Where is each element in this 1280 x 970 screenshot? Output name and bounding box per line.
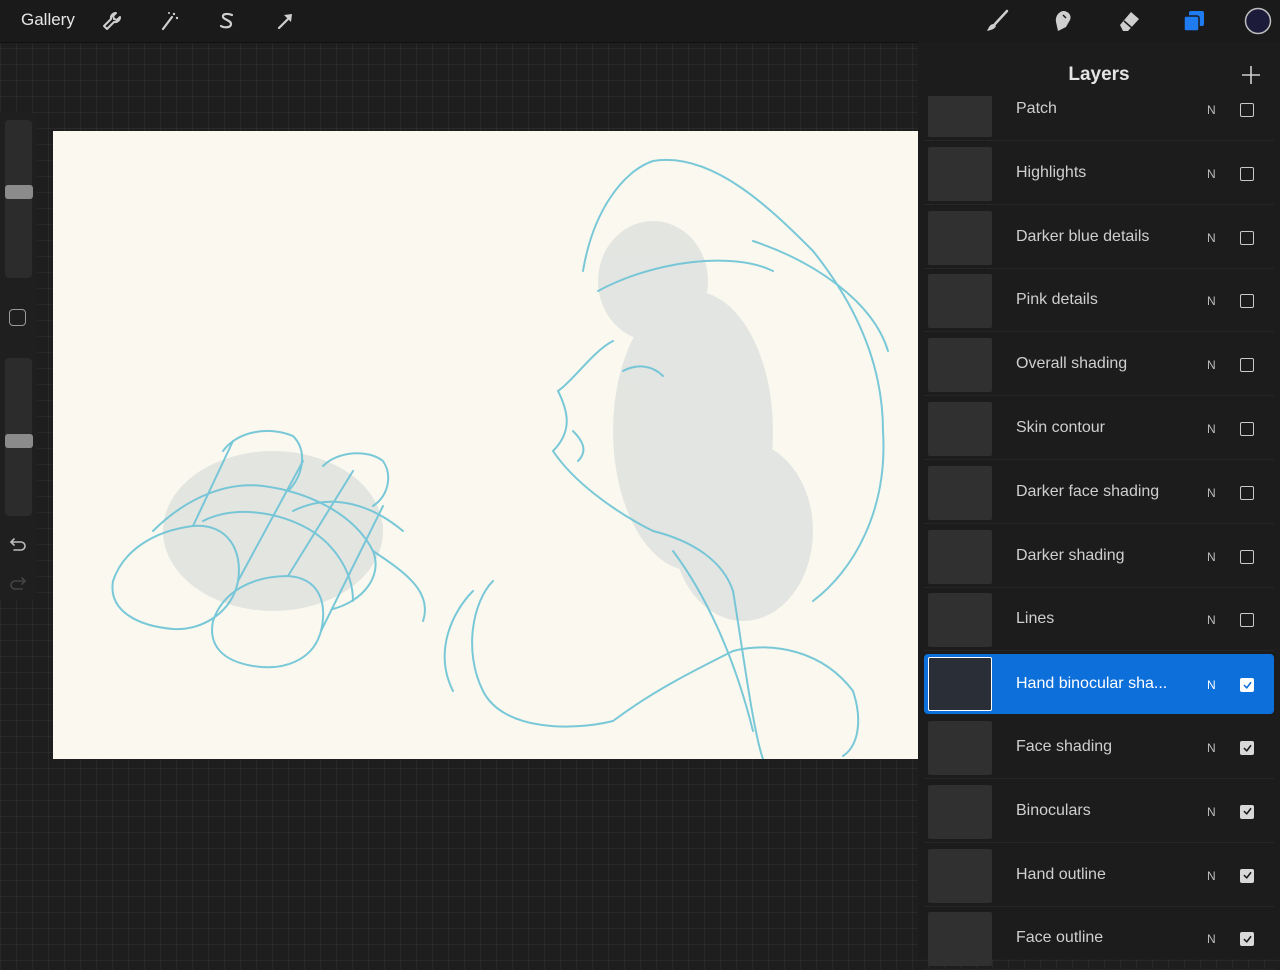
layer-thumbnail[interactable] [928, 912, 992, 967]
blend-mode-button[interactable]: N [1207, 486, 1216, 500]
opacity-thumb[interactable] [5, 434, 33, 448]
color-swatch[interactable] [1244, 7, 1272, 35]
visibility-checkbox[interactable] [1240, 741, 1254, 755]
smudge-icon[interactable] [1049, 7, 1077, 35]
layer-row[interactable]: Lines N [924, 589, 1274, 652]
visibility-checkbox[interactable] [1240, 358, 1254, 373]
layer-thumbnail[interactable] [928, 657, 992, 712]
layer-name: Skin contour [1016, 419, 1105, 436]
layer-thumbnail[interactable] [928, 274, 992, 329]
layer-name: Overall shading [1016, 355, 1128, 373]
layer-name: Face shading [1016, 738, 1113, 755]
layer-thumbnail[interactable] [928, 465, 992, 520]
layer-row[interactable]: Skin contour N [924, 398, 1274, 460]
redo-icon[interactable] [8, 573, 28, 593]
layer-thumbnail[interactable] [928, 721, 992, 775]
layer-row[interactable]: Face outline N [924, 908, 1274, 970]
layer-thumbnail[interactable] [928, 402, 992, 456]
layer-name: Darker face shading [1016, 482, 1160, 500]
blend-mode-button[interactable]: N [1207, 103, 1216, 117]
visibility-checkbox[interactable] [1240, 294, 1254, 309]
blend-mode-button[interactable]: N [1207, 422, 1216, 436]
blend-mode-button[interactable]: N [1207, 805, 1216, 819]
layer-row[interactable]: Highlights N [924, 143, 1274, 205]
visibility-checkbox[interactable] [1240, 932, 1254, 947]
layer-name: Face outline [1016, 929, 1104, 947]
visibility-checkbox[interactable] [1240, 230, 1254, 245]
blend-mode-button[interactable]: N [1207, 550, 1216, 564]
blend-mode-button[interactable]: N [1207, 167, 1216, 181]
layer-name: Hand binocular sha... [1016, 675, 1168, 693]
layer-thumbnail[interactable] [928, 848, 992, 903]
layer-name: Pink details [1016, 291, 1098, 309]
brush-size-slider[interactable] [5, 120, 32, 278]
layer-row[interactable]: Face shading N [924, 717, 1274, 779]
blend-mode-button[interactable]: N [1207, 294, 1216, 308]
blend-mode-button[interactable]: N [1207, 231, 1216, 245]
left-sidebar [0, 112, 37, 600]
layer-row[interactable]: Pink details N [924, 270, 1274, 333]
gallery-button[interactable]: Gallery [21, 10, 75, 30]
top-toolbar: Gallery [0, 0, 1280, 43]
wrench-icon[interactable] [98, 7, 126, 35]
layer-name: Darker blue details [1016, 227, 1150, 245]
layers-title: Layers [1068, 64, 1130, 85]
blend-mode-button[interactable]: N [1207, 741, 1216, 755]
layer-thumbnail[interactable] [928, 784, 992, 839]
layer-thumbnail[interactable] [928, 146, 992, 201]
transform-arrow-icon[interactable] [271, 7, 299, 35]
plus-icon[interactable] [1240, 64, 1262, 86]
layer-list: Patch N Highlights N Darker blue details N Pin… [918, 42, 1280, 970]
eraser-icon[interactable] [1115, 7, 1143, 35]
layer-row[interactable]: Overall shading N [924, 334, 1274, 397]
layers-panel: Patch N Highlights N Darker blue details N Pin… [918, 42, 1280, 970]
blend-mode-button[interactable]: N [1207, 678, 1216, 692]
layer-name: Highlights [1016, 163, 1087, 181]
visibility-checkbox[interactable] [1240, 166, 1254, 181]
layer-row[interactable]: Hand binocular sha... N [924, 654, 1274, 715]
visibility-checkbox[interactable] [1240, 804, 1254, 819]
drawing-canvas[interactable] [53, 131, 918, 759]
blend-mode-button[interactable]: N [1207, 358, 1216, 372]
visibility-checkbox[interactable] [1240, 868, 1254, 883]
blend-mode-button[interactable]: N [1207, 932, 1216, 946]
blend-mode-button[interactable]: N [1207, 869, 1216, 883]
undo-icon[interactable] [8, 534, 28, 554]
layer-name: Binoculars [1016, 801, 1091, 819]
layers-header: Layers [918, 42, 1280, 96]
layer-thumbnail[interactable] [928, 210, 992, 265]
blend-mode-button[interactable]: N [1207, 613, 1216, 627]
modify-button[interactable] [9, 309, 26, 326]
visibility-checkbox[interactable] [1240, 485, 1254, 500]
layer-thumbnail[interactable] [928, 593, 992, 648]
visibility-checkbox[interactable] [1240, 678, 1254, 693]
layer-row[interactable]: Darker face shading N [924, 462, 1274, 524]
layer-thumbnail[interactable] [928, 529, 992, 584]
layer-name: Darker shading [1016, 546, 1125, 564]
layer-row[interactable]: Darker blue details N [924, 207, 1274, 269]
layer-row[interactable]: Darker shading N [924, 526, 1274, 588]
layers-icon[interactable] [1180, 7, 1208, 35]
layer-name: Lines [1016, 610, 1055, 628]
brush-icon[interactable] [983, 7, 1011, 35]
visibility-checkbox[interactable] [1240, 422, 1254, 436]
sketch-artwork [111, 158, 889, 759]
brush-size-thumb[interactable] [5, 185, 33, 199]
layer-thumbnail[interactable] [928, 338, 992, 393]
visibility-checkbox[interactable] [1240, 103, 1254, 117]
visibility-checkbox[interactable] [1240, 549, 1254, 564]
selection-s-icon[interactable] [213, 7, 241, 35]
visibility-checkbox[interactable] [1240, 613, 1254, 628]
magic-wand-icon[interactable] [155, 7, 183, 35]
layer-name: Hand outline [1016, 865, 1106, 883]
layer-row[interactable]: Hand outline N [924, 845, 1274, 907]
layer-row[interactable]: Binoculars N [924, 781, 1274, 843]
layer-name: Patch [1016, 100, 1057, 117]
